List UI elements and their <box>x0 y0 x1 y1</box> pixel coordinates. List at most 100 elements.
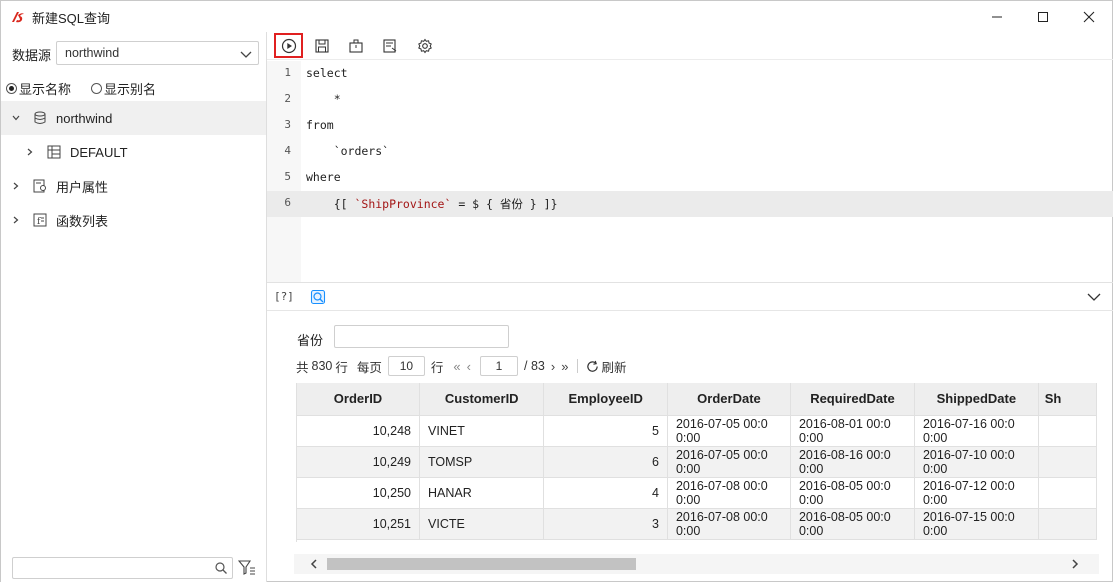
table-row[interactable]: 10,250 HANAR 4 2016-07-08 00:0 0:00 2016… <box>297 477 1097 509</box>
code-text: {[ `ShipProvince` = $ { 省份 } ]} <box>306 197 558 211</box>
refresh-label: 刷新 <box>601 360 627 375</box>
result-table: OrderID CustomerID EmployeeID OrderDate … <box>297 383 1097 540</box>
filter-icon[interactable] <box>238 559 256 577</box>
last-page-icon[interactable]: » <box>561 359 568 374</box>
save-button[interactable] <box>311 35 333 57</box>
pagination-bar: 共 830 行 每页 10 行 « ‹ 1 / 83 › » 刷新 <box>296 356 626 376</box>
run-button[interactable] <box>274 33 303 58</box>
name-display-options: 显示名称 显示别名 <box>6 79 170 97</box>
cell-required-date: 2016-08-16 00:0 0:00 <box>790 446 915 478</box>
tree-item-user-attributes[interactable]: 用户属性 <box>1 169 266 203</box>
tree-item-function-list[interactable]: f 函数列表 <box>1 203 266 237</box>
radio-show-alias[interactable]: 显示别名 <box>91 79 156 98</box>
chevron-down-icon[interactable] <box>1087 290 1101 304</box>
settings-icon <box>418 38 432 54</box>
schema-tree: northwind DEFAULT 用户属性 f 函数列表 <box>1 101 266 237</box>
close-button[interactable] <box>1066 1 1112 32</box>
line-number: 3 <box>284 118 291 131</box>
code-line[interactable]: 4 `orders` <box>267 139 1113 165</box>
chevron-down-icon[interactable] <box>11 113 21 123</box>
code-line[interactable]: 3 from <box>267 113 1113 139</box>
run-icon <box>281 38 296 53</box>
page-count: / 83 <box>524 359 545 373</box>
result-grid[interactable]: OrderID CustomerID EmployeeID OrderDate … <box>296 383 1097 542</box>
result-toolbar: [?] <box>267 283 1113 311</box>
tree-item-northwind[interactable]: northwind <box>1 101 266 135</box>
scrollbar-thumb[interactable] <box>327 558 636 570</box>
preview-data-icon[interactable] <box>310 289 326 305</box>
code-identifier: `ShipProvince` <box>354 197 452 211</box>
toolbox-icon <box>349 39 363 53</box>
code-text: where <box>306 170 341 184</box>
per-page-prefix: 每页 <box>356 360 382 375</box>
format-sql-icon <box>383 39 397 53</box>
code-line[interactable]: 1 select <box>267 61 1113 87</box>
chevron-right-icon[interactable] <box>11 215 21 225</box>
param-province-input[interactable] <box>334 325 509 348</box>
cell-order-id: 10,250 <box>297 477 421 509</box>
tree-item-label: DEFAULT <box>70 144 128 160</box>
format-sql-button[interactable] <box>379 35 401 57</box>
code-text: * <box>306 92 341 106</box>
minimize-button[interactable] <box>974 1 1020 32</box>
column-header[interactable]: OrderID <box>297 383 421 416</box>
line-number: 1 <box>284 66 291 79</box>
table-row[interactable]: 10,249 TOMSP 6 2016-07-05 00:0 0:00 2016… <box>297 446 1097 478</box>
tree-search-input[interactable] <box>12 557 233 579</box>
chevron-right-icon[interactable] <box>11 181 21 191</box>
query-panel: 1 select 2 * 3 from 4 `orders` 5 where 6 <box>267 32 1113 582</box>
column-header[interactable]: CustomerID <box>419 383 545 416</box>
first-page-icon[interactable]: « <box>453 359 460 374</box>
refresh-button[interactable]: 刷新 <box>586 357 626 376</box>
code-line[interactable]: 5 where <box>267 165 1113 191</box>
settings-button[interactable] <box>414 35 436 57</box>
column-header[interactable]: ShippedDate <box>914 383 1039 416</box>
next-page-icon[interactable]: › <box>551 359 555 374</box>
prev-page-icon[interactable]: ‹ <box>467 359 471 374</box>
minimize-icon <box>992 16 1002 17</box>
line-number: 4 <box>284 144 291 157</box>
scroll-right-icon[interactable] <box>1069 558 1081 570</box>
datasource-label: 数据源 <box>12 48 52 63</box>
table-row[interactable]: 10,248 VINET 5 2016-07-05 00:0 0:00 2016… <box>297 415 1097 447</box>
radio-show-name-label: 显示名称 <box>19 81 72 97</box>
cell-required-date: 2016-08-05 00:0 0:00 <box>790 477 915 509</box>
app-logo-icon <box>12 12 24 23</box>
maximize-button[interactable] <box>1020 1 1066 32</box>
window-title: 新建SQL查询 <box>32 11 111 26</box>
column-header[interactable]: Sh <box>1038 383 1097 416</box>
database-icon <box>33 111 47 125</box>
radio-show-name[interactable]: 显示名称 <box>6 79 71 98</box>
table-schema-icon <box>47 145 61 159</box>
tree-item-label: 用户属性 <box>56 179 109 195</box>
column-header[interactable]: RequiredDate <box>790 383 915 416</box>
code-text: from <box>306 118 334 132</box>
radio-checked-icon <box>6 82 17 94</box>
chevron-right-icon[interactable] <box>25 147 35 157</box>
line-number: 6 <box>284 196 291 209</box>
per-page-input[interactable]: 10 <box>387 356 425 376</box>
title-bar: 新建SQL查询 <box>1 1 1112 32</box>
help-button[interactable]: [?] <box>274 290 294 303</box>
pager-divider <box>577 359 579 373</box>
column-header[interactable]: OrderDate <box>667 383 791 416</box>
cell-customer-id: HANAR <box>419 477 545 509</box>
code-line-active[interactable]: 6 {[ `ShipProvince` = $ { 省份 } ]} <box>267 191 1113 217</box>
horizontal-scrollbar[interactable] <box>294 554 1099 574</box>
column-header[interactable]: EmployeeID <box>543 383 668 416</box>
cell-customer-id: TOMSP <box>419 446 545 478</box>
cell-employee-id: 6 <box>543 446 668 478</box>
toolbox-button[interactable] <box>345 35 367 57</box>
datasource-select[interactable]: northwind <box>56 41 259 65</box>
sql-editor[interactable]: 1 select 2 * 3 from 4 `orders` 5 where 6 <box>267 61 1113 282</box>
total-count: 830 <box>311 359 333 373</box>
cell-required-date: 2016-08-05 00:0 0:00 <box>790 508 915 540</box>
code-text: select <box>306 66 348 80</box>
close-icon <box>1083 11 1095 22</box>
scroll-left-icon[interactable] <box>308 558 320 570</box>
tree-item-default[interactable]: DEFAULT <box>1 135 266 169</box>
code-line[interactable]: 2 * <box>267 87 1113 113</box>
page-input[interactable]: 1 <box>480 356 518 376</box>
table-row[interactable]: 10,251 VICTE 3 2016-07-08 00:0 0:00 2016… <box>297 508 1097 540</box>
user-attribute-icon <box>33 179 47 193</box>
